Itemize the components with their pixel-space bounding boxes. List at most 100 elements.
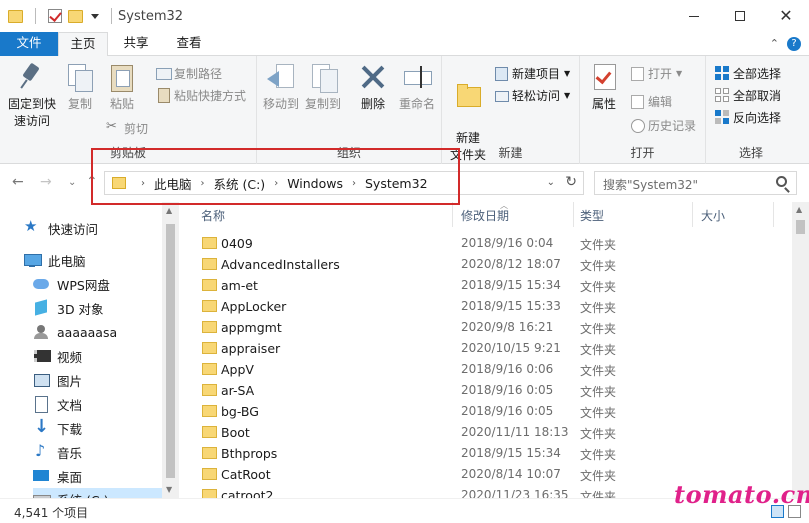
column-size[interactable]: 大小 [701,207,725,224]
table-row[interactable]: AppLocker 2018/9/15 15:33 文件夹 [180,296,792,317]
close-icon: ✕ [779,6,793,25]
open-group-label: 打开 [630,146,655,160]
search-icon[interactable] [776,176,787,187]
copy-to-button[interactable]: 复制到 [303,62,343,113]
column-type[interactable]: 类型 [580,207,604,224]
forward-arrow-icon[interactable]: → [40,174,52,190]
table-row[interactable]: bg-BG 2018/9/16 0:05 文件夹 [180,401,792,422]
nav-music[interactable]: 音乐 [33,441,82,463]
navigation-scrollbar[interactable]: ▲ ▼ [162,202,179,498]
nav-wps-drive[interactable]: WPS网盘 [33,273,110,295]
column-divider[interactable] [573,202,574,227]
tab-view[interactable]: 查看 [164,32,214,56]
paste-shortcut-button[interactable]: 粘贴快捷方式 [156,85,246,105]
column-name[interactable]: 名称 [201,207,225,224]
search-input[interactable]: 搜索"System32" [594,171,797,195]
delete-button[interactable]: 删除 [355,62,391,113]
nav-user-folder[interactable]: aaaaaasa [33,321,117,343]
folder-icon[interactable] [8,9,23,23]
recent-locations-icon[interactable]: ⌄ [68,177,76,188]
easy-access-button[interactable]: 轻松访问 ▼ [494,85,570,105]
back-arrow-icon[interactable]: ← [12,174,24,190]
pin-quick-access-button[interactable]: 固定到快速访问 [4,62,60,130]
nav-3d-objects[interactable]: 3D 对象 [33,297,104,319]
nav-label: 视频 [57,349,83,365]
nav-downloads[interactable]: 下载 [33,416,83,439]
minimize-button[interactable] [671,0,717,32]
scroll-up-icon[interactable]: ▲ [166,206,172,215]
folder-icon [202,363,217,375]
nav-documents[interactable]: 文档 [33,393,82,415]
copy-path-button[interactable]: 复制路径 [156,63,222,83]
nav-label: 桌面 [57,469,83,485]
select-all-button[interactable]: 全部选择 [715,63,781,83]
select-group: 全部选择 全部取消 反向选择 选择 [706,56,796,164]
computer-icon [24,252,42,268]
column-divider[interactable] [773,202,774,227]
move-to-button[interactable]: 移动到 [261,62,301,113]
close-button[interactable]: ✕ [763,0,809,32]
chevron-down-icon[interactable]: ⌄ [547,177,555,188]
cube-icon [33,300,49,316]
file-type: 文件夹 [580,364,617,378]
paste-button[interactable]: 粘贴 [104,62,140,113]
nav-quick-access[interactable]: 快速访问 [24,217,98,239]
table-row[interactable]: appmgmt 2020/9/8 16:21 文件夹 [180,317,792,338]
properties-button[interactable]: 属性 [586,62,622,113]
collapse-ribbon-icon[interactable]: ⌃ [770,37,779,50]
tab-share[interactable]: 共享 [112,32,160,56]
nav-this-pc[interactable]: 此电脑 [24,249,86,271]
cut-label: 剪切 [124,121,149,136]
properties-check-icon[interactable] [48,9,62,23]
scroll-up-icon[interactable]: ▲ [796,205,802,214]
file-name: catroot2 [221,488,274,498]
select-none-button[interactable]: 全部取消 [715,85,781,105]
select-none-label: 全部取消 [733,88,782,103]
chevron-down-icon: ▼ [564,90,571,100]
rename-button[interactable]: 重命名 [395,62,439,113]
customize-dropdown-icon[interactable] [91,13,99,19]
nav-videos[interactable]: 视频 [33,345,82,367]
table-row[interactable]: Bthprops 2018/9/15 15:34 文件夹 [180,443,792,464]
table-row[interactable]: 0409 2018/9/16 0:04 文件夹 [180,233,792,254]
table-row[interactable]: ar-SA 2018/9/16 0:05 文件夹 [180,380,792,401]
file-type: 文件夹 [580,469,617,483]
nav-label: 下载 [57,421,83,437]
table-row[interactable]: AppV 2018/9/16 0:06 文件夹 [180,359,792,380]
column-divider[interactable] [692,202,693,227]
new-folder-icon[interactable] [68,9,83,23]
history-button[interactable]: 历史记录 [630,115,696,135]
column-divider[interactable] [452,202,453,227]
nav-drive-c[interactable]: 系统 (C:) [33,488,163,498]
file-list-scrollbar[interactable]: ▲ [792,202,809,498]
file-date: 2020/11/23 16:35 [461,488,569,498]
table-row[interactable]: appraiser 2020/10/15 9:21 文件夹 [180,338,792,359]
column-modified[interactable]: 修改日期 [461,207,509,224]
new-item-button[interactable]: 新建项目 ▼ [494,63,570,83]
open-button[interactable]: 打开 ▼ [630,63,682,83]
help-icon[interactable]: ? [787,37,801,51]
new-item-icon [494,66,508,81]
edit-button[interactable]: 编辑 [630,91,672,111]
minimize-icon [689,15,699,17]
invert-selection-button[interactable]: 反向选择 [715,107,781,127]
nav-label: 系统 (C:) [57,490,109,499]
select-all-label: 全部选择 [733,66,782,81]
scrollbar-thumb[interactable] [166,224,175,478]
scroll-down-icon[interactable]: ▼ [166,485,172,494]
nav-desktop[interactable]: 桌面 [33,465,82,487]
maximize-button[interactable] [717,0,763,32]
cut-button[interactable]: 剪切 [106,118,148,138]
tab-file[interactable]: 文件 [0,32,58,56]
scissors-icon [106,119,120,135]
refresh-icon[interactable]: ↻ [565,174,577,190]
nav-pictures[interactable]: 图片 [33,369,82,391]
table-row[interactable]: Boot 2020/11/11 18:13 文件夹 [180,422,792,443]
table-row[interactable]: am-et 2018/9/15 15:34 文件夹 [180,275,792,296]
tab-home[interactable]: 主页 [58,32,108,57]
copy-button[interactable]: 复制 [62,62,98,113]
file-name: CatRoot [221,467,271,482]
table-row[interactable]: AdvancedInstallers 2020/8/12 18:07 文件夹 [180,254,792,275]
scrollbar-thumb[interactable] [796,220,805,234]
watermark: tomato.cm [674,480,809,509]
